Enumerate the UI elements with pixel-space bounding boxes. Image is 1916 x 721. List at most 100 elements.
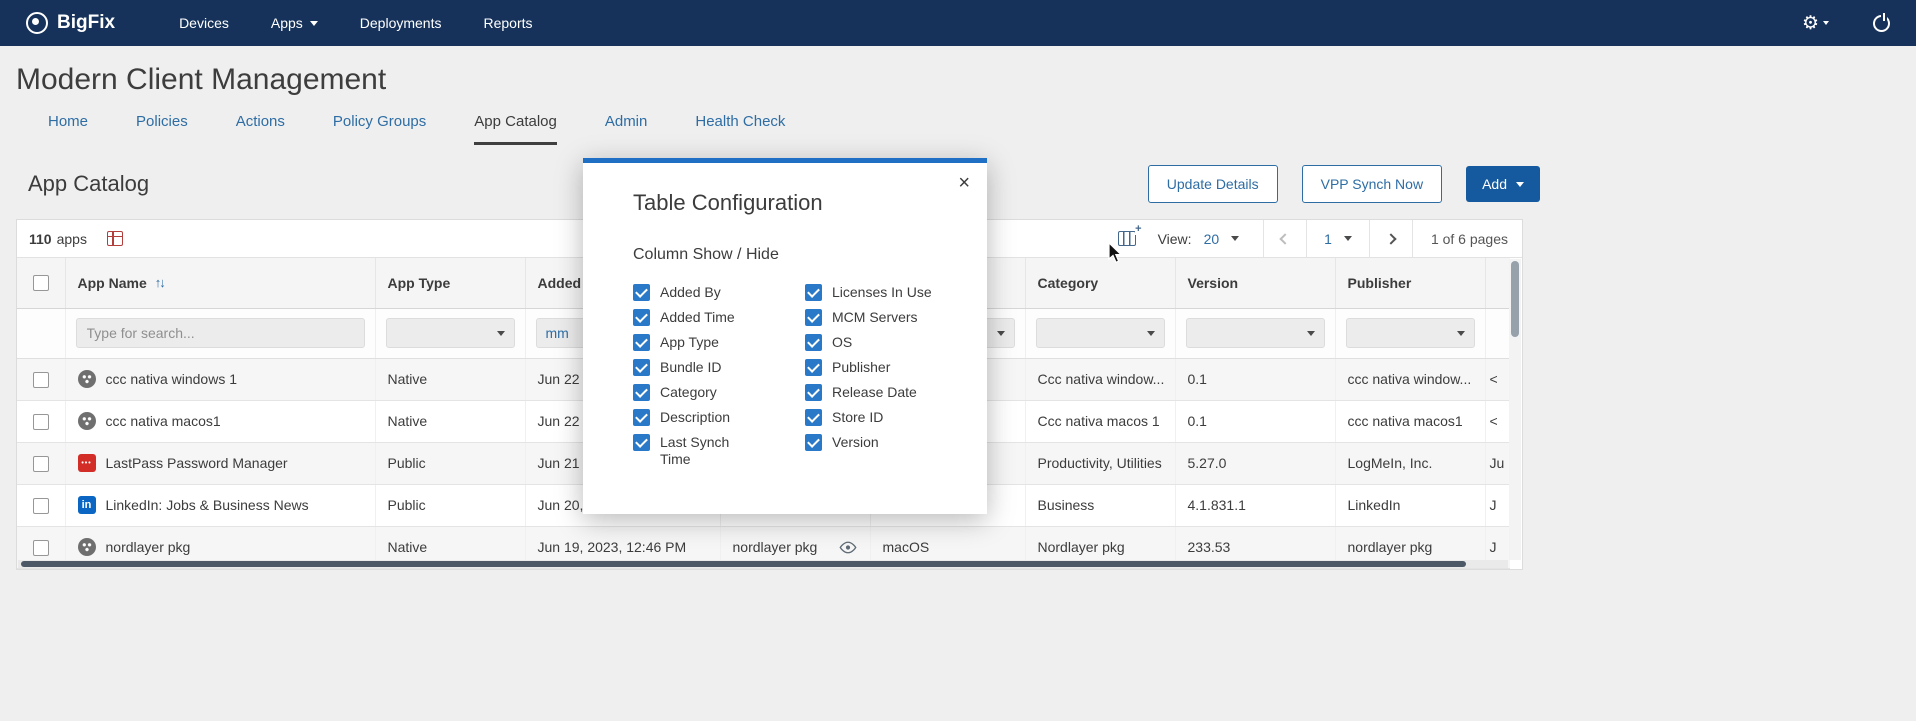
horizontal-scrollbar[interactable]	[18, 560, 1508, 568]
column-toggle-licenses-in-use: Licenses In Use	[805, 284, 977, 301]
checkbox-checked-icon[interactable]	[805, 284, 822, 301]
chevron-down-icon	[497, 331, 505, 336]
checkbox-checked-icon[interactable]	[805, 334, 822, 351]
column-toggle-added-time: Added Time	[633, 309, 805, 326]
col-publisher: Publisher	[1335, 258, 1485, 308]
page-summary: 1 of 6 pages	[1413, 231, 1508, 247]
nav-devices[interactable]: Devices	[179, 15, 229, 31]
checkbox-checked-icon[interactable]	[805, 309, 822, 326]
nav-deployments[interactable]: Deployments	[360, 15, 442, 31]
main-nav: Devices Apps Deployments Reports	[179, 15, 532, 31]
checkbox-checked-icon[interactable]	[633, 434, 650, 451]
column-toggle-os: OS	[805, 334, 977, 351]
sphere-app-icon	[78, 412, 96, 430]
modal-title: Table Configuration	[633, 190, 987, 216]
checkbox-checked-icon[interactable]	[633, 334, 650, 351]
sort-icon[interactable]: ↑↓	[155, 275, 164, 290]
checkbox-checked-icon[interactable]	[805, 409, 822, 426]
chevron-down-icon	[997, 331, 1005, 336]
row-checkbox[interactable]	[33, 540, 49, 556]
sphere-app-icon	[78, 538, 96, 556]
linkedin-app-icon: in	[78, 496, 96, 514]
apps-count: 110	[29, 231, 52, 247]
app-root: BigFix Devices Apps Deployments Reports …	[0, 0, 1916, 721]
checkbox-checked-icon[interactable]	[633, 359, 650, 376]
power-icon[interactable]	[1873, 15, 1890, 32]
top-navbar: BigFix Devices Apps Deployments Reports …	[0, 0, 1916, 46]
update-details-button[interactable]: Update Details	[1148, 165, 1278, 203]
toolbar-right: View: 20 1 1 of 6 pages	[1118, 220, 1508, 257]
column-config-icon[interactable]	[1118, 231, 1136, 246]
nav-reports[interactable]: Reports	[483, 15, 532, 31]
tab-admin[interactable]: Admin	[605, 113, 648, 145]
checkbox-checked-icon[interactable]	[633, 384, 650, 401]
column-toggle-version: Version	[805, 434, 977, 451]
row-checkbox[interactable]	[33, 414, 49, 430]
tab-policy-groups[interactable]: Policy Groups	[333, 113, 426, 145]
chevron-down-icon	[1231, 236, 1239, 241]
column-toggle-store-id: Store ID	[805, 409, 977, 426]
chevron-left-icon	[1279, 233, 1290, 244]
bigfix-logo[interactable]: BigFix	[26, 12, 115, 34]
horizontal-scrollbar-thumb[interactable]	[21, 561, 1466, 567]
col-version: Version	[1175, 258, 1335, 308]
column-toggle-bundle-id: Bundle ID	[633, 359, 805, 376]
row-checkbox[interactable]	[33, 498, 49, 514]
view-description-eye-icon[interactable]	[838, 541, 858, 554]
table-export-icon[interactable]	[107, 231, 123, 246]
checkbox-checked-icon[interactable]	[805, 359, 822, 376]
column-toggle-release-date: Release Date	[805, 384, 977, 401]
tab-actions[interactable]: Actions	[236, 113, 285, 145]
filter-app-type[interactable]	[386, 318, 515, 348]
navbar-right: ⚙	[1802, 14, 1890, 33]
checkbox-checked-icon[interactable]	[805, 434, 822, 451]
vpp-synch-button[interactable]: VPP Synch Now	[1302, 165, 1442, 203]
brand-name: BigFix	[57, 12, 115, 34]
pagination: 1	[1263, 220, 1413, 257]
filter-publisher[interactable]	[1346, 318, 1475, 348]
col-app-name: App Name	[78, 275, 147, 291]
checkbox-checked-icon[interactable]	[633, 309, 650, 326]
next-page-button[interactable]	[1369, 220, 1413, 257]
col-category: Category	[1025, 258, 1175, 308]
filter-version[interactable]	[1186, 318, 1325, 348]
page-number-select[interactable]: 1	[1306, 220, 1369, 257]
add-button[interactable]: Add	[1466, 166, 1540, 202]
column-toggle-description: Description	[633, 409, 805, 426]
gear-icon: ⚙	[1802, 14, 1819, 33]
vertical-scrollbar[interactable]	[1509, 259, 1521, 560]
sphere-app-icon	[78, 370, 96, 388]
chevron-down-icon	[1823, 21, 1829, 25]
chevron-right-icon	[1385, 233, 1396, 244]
filter-category[interactable]	[1036, 318, 1165, 348]
column-toggle-added-by: Added By	[633, 284, 805, 301]
checkbox-checked-icon[interactable]	[633, 284, 650, 301]
tab-bar: Home Policies Actions Policy Groups App …	[0, 109, 1916, 145]
row-checkbox[interactable]	[33, 456, 49, 472]
settings-menu[interactable]: ⚙	[1802, 14, 1829, 33]
tab-policies[interactable]: Policies	[136, 113, 188, 145]
col-app-type: App Type	[375, 258, 525, 308]
nav-apps[interactable]: Apps	[271, 15, 318, 31]
lastpass-app-icon: •••	[78, 454, 96, 472]
column-toggle-last-synch-time: Last Synch Time	[633, 434, 805, 468]
checkbox-checked-icon[interactable]	[805, 384, 822, 401]
close-icon[interactable]: ×	[958, 173, 970, 193]
select-all-checkbox[interactable]	[33, 275, 49, 291]
tab-app-catalog[interactable]: App Catalog	[474, 113, 557, 145]
section-title: App Catalog	[28, 171, 149, 197]
row-checkbox[interactable]	[33, 372, 49, 388]
prev-page-button[interactable]	[1263, 220, 1306, 257]
chevron-down-icon	[1457, 331, 1465, 336]
page-size-select[interactable]: 20	[1204, 231, 1240, 247]
chevron-down-icon	[1147, 331, 1155, 336]
chevron-down-icon	[1344, 236, 1352, 241]
column-toggle-publisher: Publisher	[805, 359, 977, 376]
chevron-down-icon	[1516, 182, 1524, 187]
tab-home[interactable]: Home	[48, 113, 88, 145]
modal-section-title: Column Show / Hide	[633, 246, 987, 264]
checkbox-checked-icon[interactable]	[633, 409, 650, 426]
search-input[interactable]	[76, 318, 365, 348]
tab-health-check[interactable]: Health Check	[695, 113, 785, 145]
vertical-scrollbar-thumb[interactable]	[1511, 261, 1519, 337]
